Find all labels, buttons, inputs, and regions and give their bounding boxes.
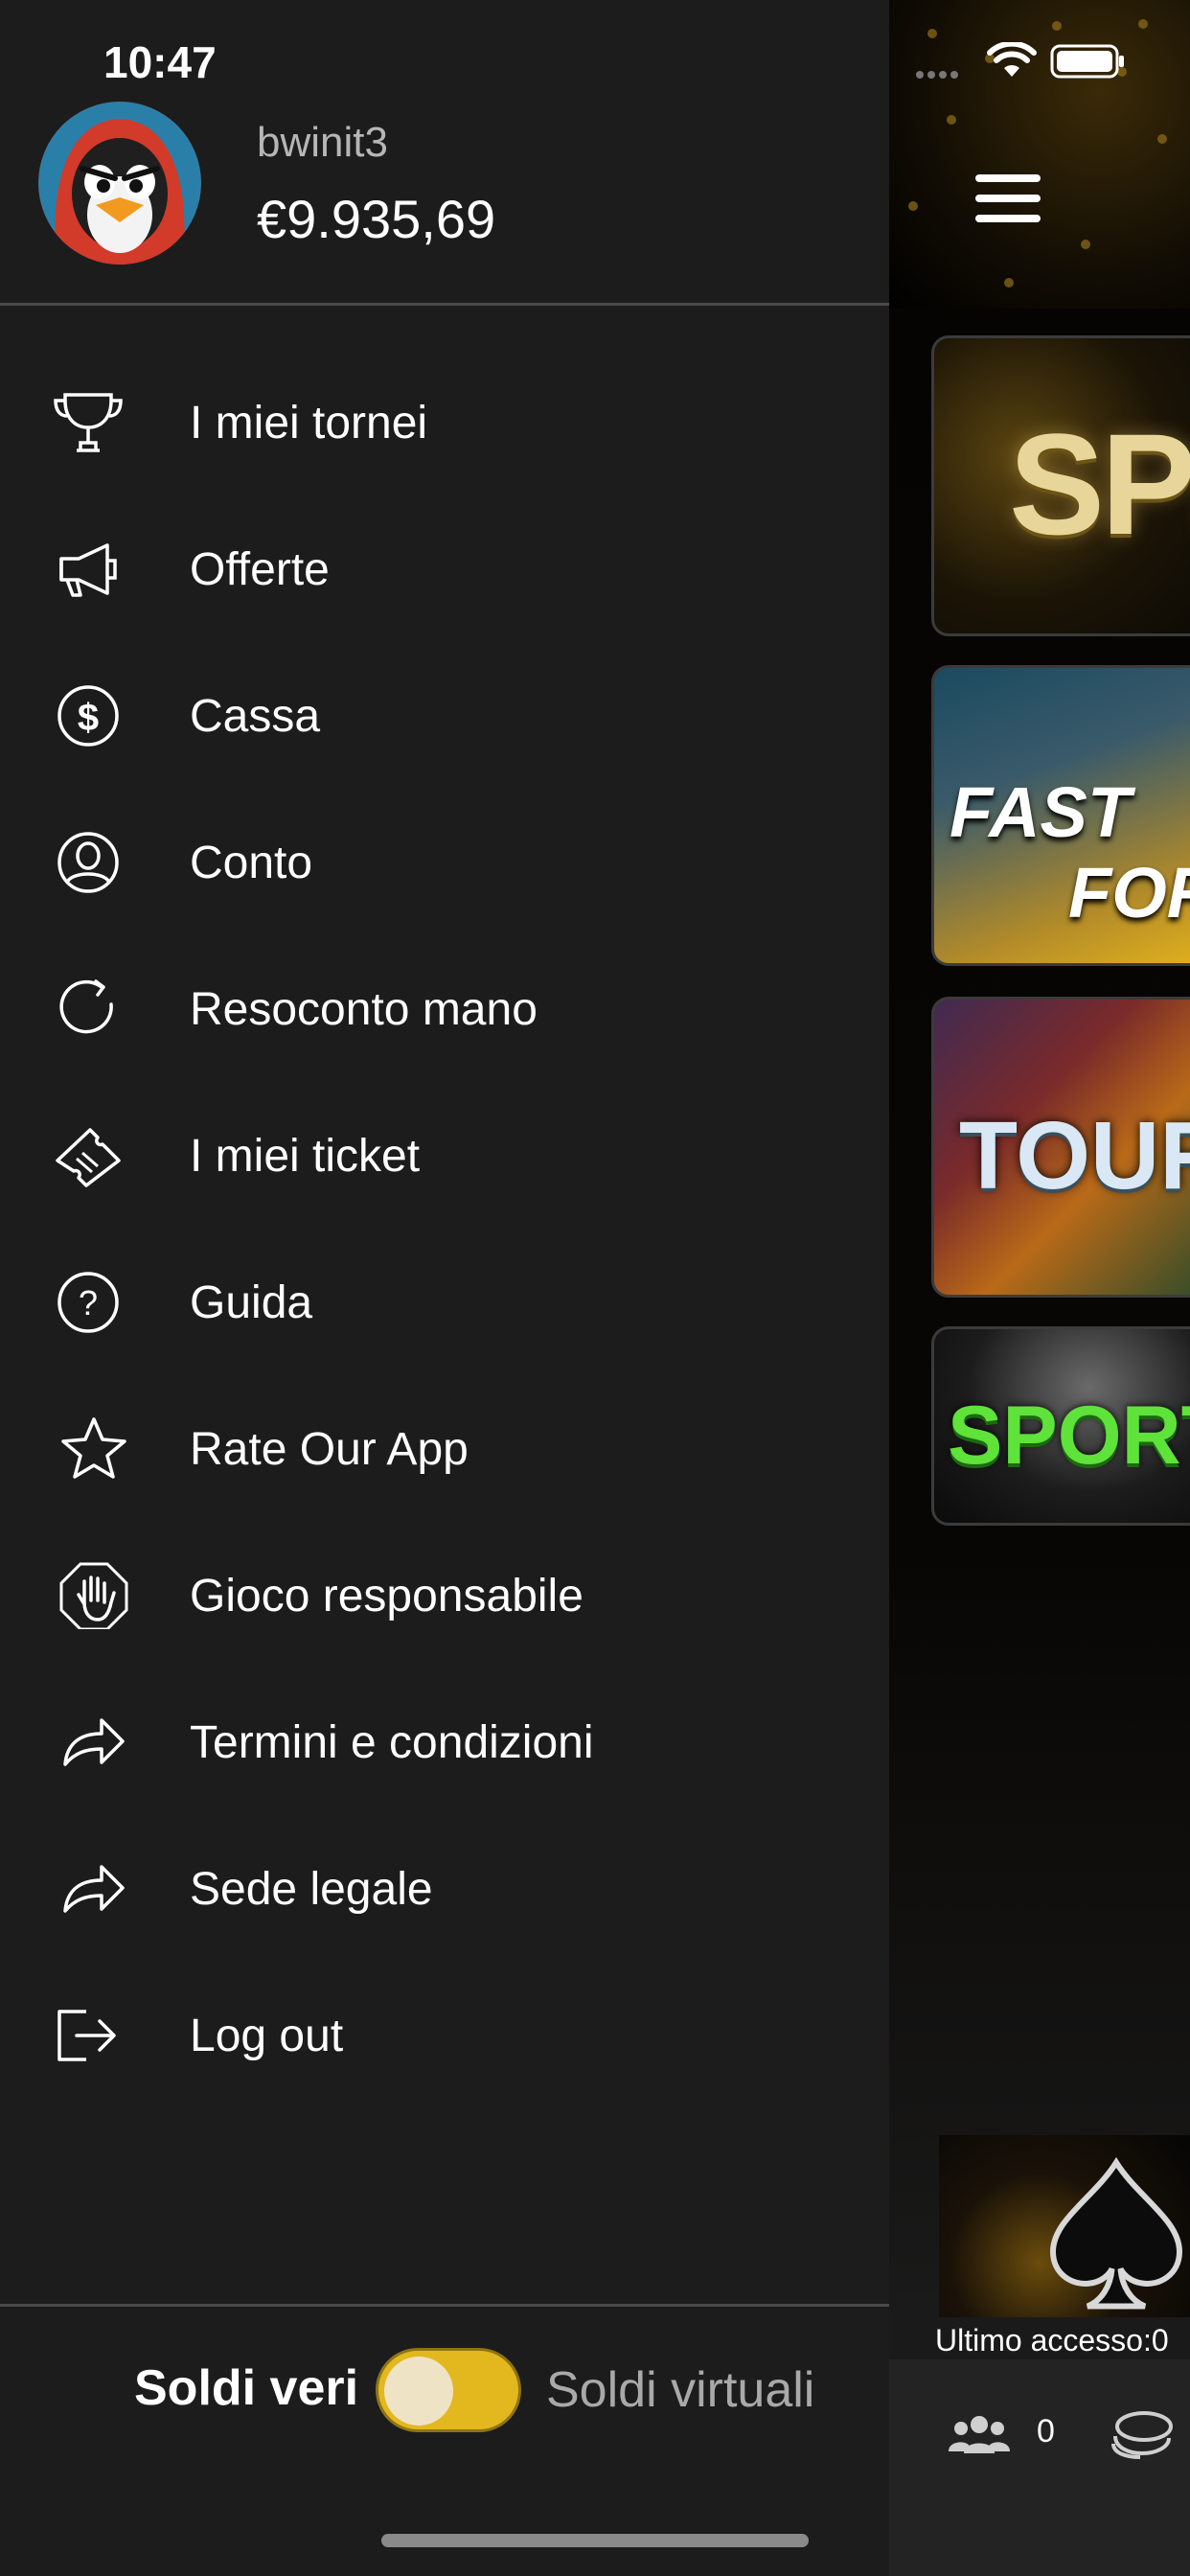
divider [0, 303, 889, 306]
players-count: 0 [1037, 2413, 1055, 2450]
last-access-text: Ultimo accesso:0 [935, 2323, 1169, 2358]
hamburger-menu-icon[interactable] [975, 174, 1041, 230]
battery-icon [1050, 44, 1124, 79]
svg-text:$: $ [78, 697, 99, 739]
menu-item-legal-office[interactable]: Sede legale [0, 1817, 889, 1961]
hand-stop-icon [59, 1562, 128, 1629]
logout-icon [57, 2010, 116, 2061]
status-bar-icons [914, 42, 1182, 80]
menu-item-label: Sede legale [190, 1864, 433, 1915]
ticket-icon [56, 1128, 121, 1187]
tile-label: SPI [1009, 403, 1190, 564]
tile-label: FAST [950, 772, 1132, 852]
side-drawer: 10:47 bwinit3 €9.935,69 I miei tornei Of… [0, 0, 889, 2576]
signal-icon [916, 71, 958, 79]
toggle-knob [384, 2357, 453, 2426]
menu-item-tickets[interactable]: I miei ticket [0, 1084, 889, 1228]
account-balance: €9.935,69 [257, 189, 496, 249]
game-tile-fast-forward[interactable]: FAST FOR [931, 665, 1190, 966]
menu-item-account[interactable]: Conto [0, 791, 889, 934]
status-time: 10:47 [103, 37, 217, 87]
promo-banner[interactable] [939, 2135, 1190, 2317]
menu-item-rate-app[interactable]: Rate Our App [0, 1377, 889, 1521]
menu-item-terms[interactable]: Termini e condizioni [0, 1670, 889, 1814]
real-money-label[interactable]: Soldi veri [134, 2359, 358, 2417]
menu-item-label: I miei ticket [190, 1131, 421, 1182]
tile-label: SPORT [948, 1390, 1190, 1482]
menu-item-tournaments[interactable]: I miei tornei [0, 351, 889, 494]
menu-item-label: Offerte [190, 544, 330, 595]
menu-item-responsible-gaming[interactable]: Gioco responsabile [0, 1524, 889, 1668]
penguin-avatar-icon [38, 102, 201, 264]
star-icon [61, 1417, 126, 1479]
game-tile-sport[interactable]: SPORT [931, 1326, 1190, 1526]
user-icon [57, 832, 119, 893]
menu-item-label: Gioco responsabile [190, 1571, 584, 1622]
virtual-money-label[interactable]: Soldi virtuali [546, 2361, 814, 2419]
home-indicator [381, 2534, 809, 2547]
menu-item-offers[interactable]: Offerte [0, 497, 889, 641]
share-arrow-icon [63, 1865, 125, 1913]
penguin-avatar[interactable] [38, 102, 201, 264]
money-mode-toggle[interactable] [376, 2348, 521, 2432]
menu-item-hand-history[interactable]: Resoconto mano [0, 937, 889, 1081]
menu-item-help[interactable]: ? Guida [0, 1230, 889, 1374]
tile-label: FOR [1068, 853, 1190, 932]
menu-item-label: Resoconto mano [190, 984, 538, 1035]
menu-item-label: Conto [190, 838, 313, 888]
refresh-icon [59, 979, 113, 1034]
share-arrow-icon [63, 1718, 125, 1766]
menu-item-logout[interactable]: Log out [0, 1964, 889, 2107]
chips-icon[interactable] [1108, 2409, 1175, 2459]
dollar-icon: $ [57, 685, 119, 747]
menu-item-cashier[interactable]: $ Cassa [0, 644, 889, 788]
menu-item-label: Cassa [190, 691, 321, 742]
spade-icon [1049, 2156, 1183, 2310]
megaphone-icon [59, 543, 117, 597]
game-tile-tournaments[interactable]: TOUR [931, 997, 1190, 1298]
menu-item-label: I miei tornei [190, 398, 428, 448]
help-icon: ? [57, 1272, 119, 1333]
menu-item-label: Log out [190, 2011, 344, 2061]
svg-text:?: ? [79, 1283, 98, 1322]
lobby-footer-bar [889, 2359, 1190, 2576]
players-icon[interactable] [949, 2413, 1010, 2455]
menu-item-label: Termini e condizioni [190, 1717, 594, 1768]
menu-item-label: Rate Our App [190, 1424, 469, 1475]
username: bwinit3 [257, 119, 388, 166]
tile-label: TOUR [959, 1102, 1190, 1209]
trophy-icon [54, 393, 123, 452]
lobby-background: SPI FAST FOR TOUR SPORT Ultimo accesso:0… [889, 0, 1190, 2576]
divider [0, 2304, 889, 2307]
menu-item-label: Guida [190, 1277, 313, 1328]
wifi-icon [987, 42, 1037, 77]
game-tile-spin[interactable]: SPI [931, 335, 1190, 636]
